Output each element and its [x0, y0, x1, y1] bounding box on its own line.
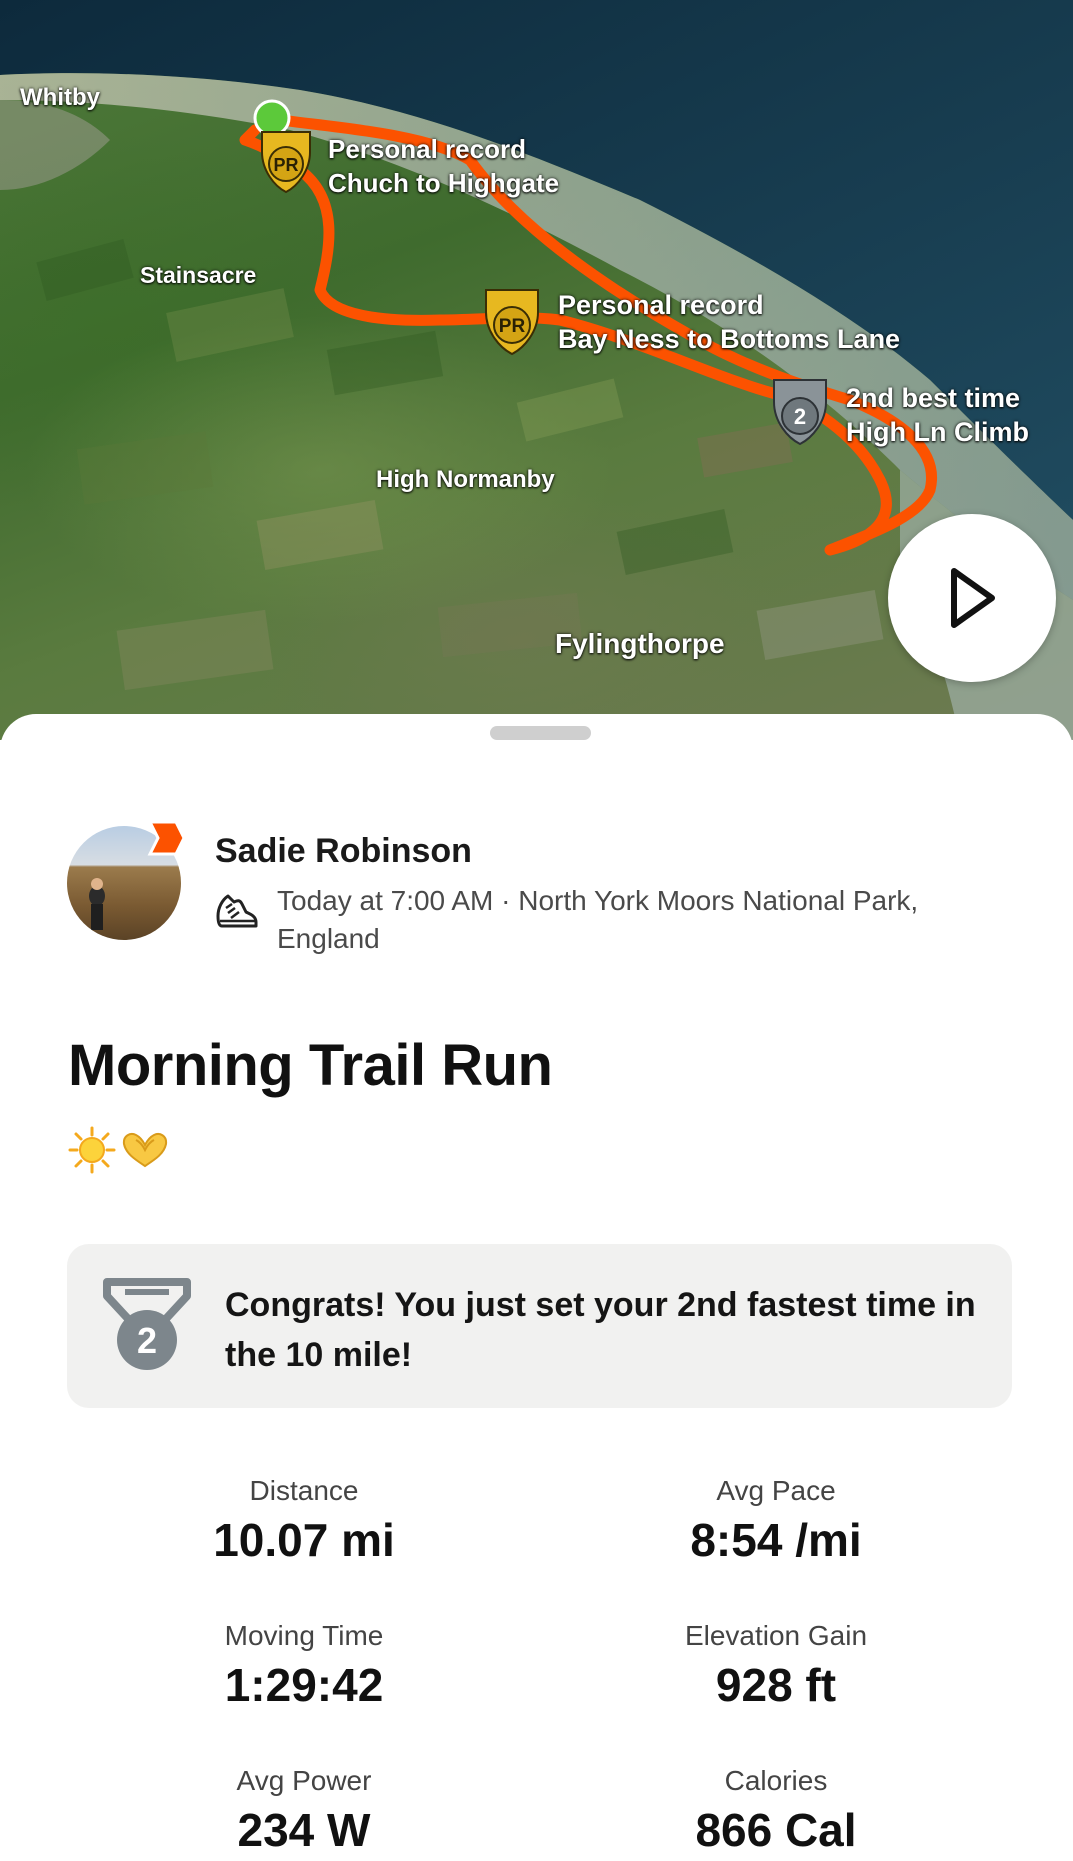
- stat-elevation-gain: Elevation Gain 928 ft: [566, 1619, 986, 1713]
- place-label-high-normanby: High Normanby: [376, 466, 555, 493]
- pr-badge-icon-1: PR: [261, 131, 311, 194]
- activity-title: Morning Trail Run: [68, 1033, 553, 1098]
- stat-label: Avg Power: [236, 1765, 372, 1796]
- stat-label: Distance: [249, 1475, 359, 1506]
- play-icon: [951, 568, 995, 628]
- sheet-drag-handle[interactable]: [490, 726, 591, 740]
- segment-label-3[interactable]: 2nd best time High Ln Climb: [846, 381, 1029, 449]
- svg-text:2: 2: [794, 404, 806, 429]
- place-label-whitby: Whitby: [20, 84, 100, 111]
- svg-text:PR: PR: [273, 155, 298, 175]
- place-label-fylingthorpe: Fylingthorpe: [555, 628, 725, 659]
- svg-text:PR: PR: [499, 316, 526, 337]
- stat-label: Elevation Gain: [684, 1620, 868, 1651]
- stat-distance: Distance 10.07 mi: [94, 1474, 514, 1568]
- 2nd-place-medal-icon: 2: [103, 1278, 191, 1370]
- stat-label: Moving Time: [224, 1620, 384, 1651]
- segment-label-1[interactable]: Personal record Chuch to Highgate: [328, 132, 559, 200]
- pr-badge-icon-2: PR: [485, 289, 539, 356]
- achievement-message: Congrats! You just set your 2nd fastest …: [225, 1286, 976, 1374]
- activity-description: [68, 1126, 170, 1174]
- stat-value: 8:54 /mi: [690, 1514, 862, 1566]
- segment-label-2[interactable]: Personal record Bay Ness to Bottoms Lane: [558, 288, 900, 356]
- stat-label: Avg Pace: [716, 1475, 836, 1506]
- activity-meta: Today at 7:00 AM · North York Moors Nati…: [277, 885, 919, 954]
- stat-avg-pace: Avg Pace 8:54 /mi: [566, 1474, 986, 1568]
- play-flyover-button[interactable]: [888, 514, 1056, 682]
- stat-value: 10.07 mi: [213, 1514, 395, 1566]
- subscriber-badge-icon: [147, 820, 186, 856]
- segment-1-name: Chuch to Highgate: [328, 168, 560, 198]
- stat-label: Calories: [724, 1765, 828, 1796]
- activity-detail-screen: PR PR 2 Whitby Stainsacre High Normanby …: [0, 0, 1073, 1861]
- place-label-stainsacre: Stainsacre: [140, 262, 257, 288]
- stat-calories: Calories 866 Cal: [566, 1764, 986, 1858]
- running-shoe-icon: [216, 894, 258, 928]
- segment-3-name: High Ln Climb: [846, 417, 1029, 447]
- stat-value: 1:29:42: [224, 1659, 384, 1711]
- heart-hands-emoji: [122, 1133, 168, 1168]
- start-marker: [253, 99, 291, 137]
- segment-2-name: Bay Ness to Bottoms Lane: [558, 324, 901, 354]
- stat-moving-time: Moving Time 1:29:42: [94, 1619, 514, 1713]
- segment-1-status: Personal record: [328, 134, 526, 164]
- activity-sheet: Sadie Robinson Today at 7:00 AM · North …: [0, 714, 1073, 1861]
- achievement-card[interactable]: 2 Congrats! You just set your 2nd fastes…: [67, 1244, 1012, 1408]
- svg-text:2: 2: [137, 1320, 157, 1361]
- stat-value: 866 Cal: [695, 1804, 857, 1856]
- route-map[interactable]: PR PR 2 Whitby Stainsacre High Normanby …: [0, 0, 1073, 740]
- athlete-name[interactable]: Sadie Robinson: [215, 832, 472, 871]
- sun-emoji: [68, 1126, 116, 1174]
- stat-avg-power: Avg Power 234 W: [94, 1764, 514, 1858]
- segment-2-status: Personal record: [558, 290, 764, 320]
- segment-3-status: 2nd best time: [846, 383, 1021, 413]
- stat-value: 234 W: [237, 1804, 371, 1856]
- stat-value: 928 ft: [715, 1659, 837, 1711]
